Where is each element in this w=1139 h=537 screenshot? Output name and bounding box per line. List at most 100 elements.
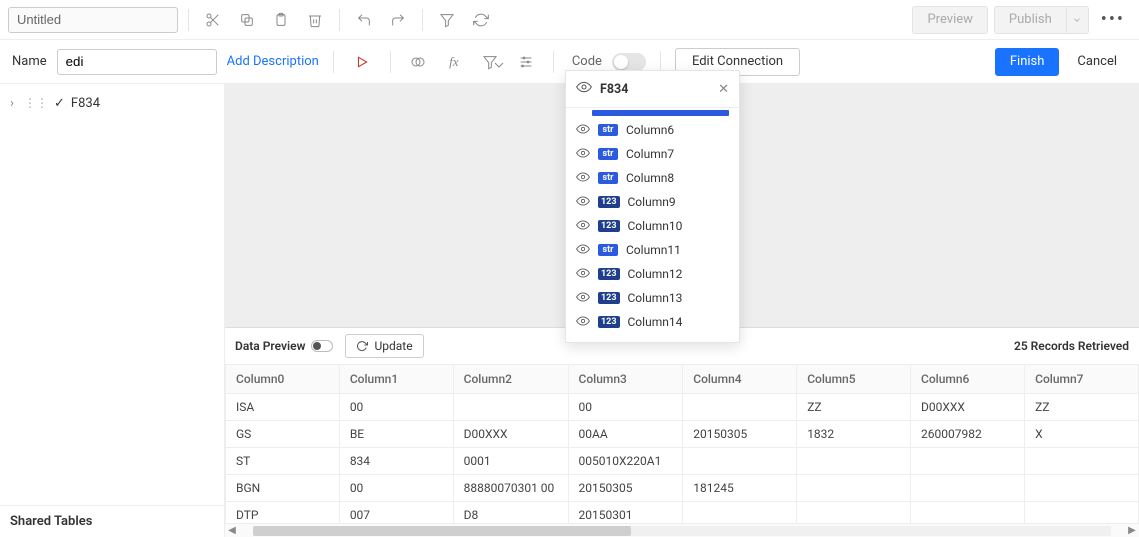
grid-wrap[interactable]: Column0Column1Column2Column3Column4Colum… xyxy=(225,365,1139,523)
column-header[interactable]: Column6 xyxy=(911,365,1025,393)
column-header[interactable]: Column2 xyxy=(453,365,568,393)
finish-button[interactable]: Finish xyxy=(995,48,1060,76)
table-row[interactable]: ISA0000ZZD00XXXZZ xyxy=(226,393,1139,420)
settings-sliders-icon[interactable] xyxy=(513,49,539,75)
cancel-button[interactable]: Cancel xyxy=(1067,48,1127,76)
refresh-icon[interactable] xyxy=(467,6,495,34)
code-label: Code xyxy=(572,54,602,69)
eye-icon[interactable] xyxy=(576,266,590,283)
divider xyxy=(188,9,189,31)
table-cell xyxy=(1025,447,1139,474)
popup-column-row[interactable]: strColumn11 xyxy=(566,238,739,262)
tree: › ⋮⋮ ✓ F834 xyxy=(0,84,224,505)
table-row[interactable]: ST8340001005010X220A1 xyxy=(226,447,1139,474)
code-toggle[interactable] xyxy=(612,53,646,71)
popup-column-row[interactable]: strColumn8 xyxy=(566,166,739,190)
publish-button[interactable]: Publish xyxy=(994,6,1067,34)
popup-column-label: Column7 xyxy=(626,147,674,161)
fx-icon[interactable]: fx xyxy=(441,49,467,75)
column-header[interactable]: Column5 xyxy=(797,365,911,393)
close-icon[interactable]: ✕ xyxy=(718,82,729,97)
column-header[interactable]: Column4 xyxy=(683,365,797,393)
filter-tool-icon[interactable] xyxy=(477,49,503,75)
divider xyxy=(422,9,423,31)
update-button[interactable]: Update xyxy=(345,334,423,358)
type-number-chip: 123 xyxy=(598,316,620,328)
popup-column-row[interactable]: strColumn7 xyxy=(566,142,739,166)
scroll-track[interactable] xyxy=(253,526,1111,536)
table-row[interactable]: BGN0088880070301 0020150305181245 xyxy=(226,474,1139,501)
column-header[interactable]: Column1 xyxy=(339,365,453,393)
preview-button[interactable]: Preview xyxy=(912,6,987,34)
popup-column-row[interactable]: 123Column13 xyxy=(566,286,739,310)
table-cell: ST xyxy=(226,447,340,474)
undo-icon[interactable] xyxy=(350,6,378,34)
shared-tables-header[interactable]: Shared Tables xyxy=(0,505,224,537)
tree-item-f834[interactable]: › ⋮⋮ ✓ F834 xyxy=(6,92,218,114)
eye-icon[interactable] xyxy=(576,290,590,307)
redo-icon[interactable] xyxy=(384,6,412,34)
table-cell: 20150305 xyxy=(683,420,797,447)
eye-icon[interactable] xyxy=(576,218,590,235)
table-cell: BGN xyxy=(226,474,340,501)
popup-column-label: Column6 xyxy=(626,123,674,137)
horizontal-scrollbar[interactable]: ◀ ▶ xyxy=(225,523,1139,537)
check-icon: ✓ xyxy=(54,96,65,111)
scroll-right-arrow[interactable]: ▶ xyxy=(1125,525,1139,536)
eye-icon[interactable] xyxy=(576,79,592,99)
table-cell xyxy=(683,501,797,523)
column-header[interactable]: Column0 xyxy=(226,365,340,393)
popup-column-row[interactable]: 123Column9 xyxy=(566,190,739,214)
eye-icon[interactable] xyxy=(576,314,590,331)
popup-column-row[interactable]: strColumn6 xyxy=(566,118,739,142)
more-menu-icon[interactable]: ••• xyxy=(1095,9,1131,30)
right-actions: Finish Cancel xyxy=(995,48,1127,76)
table-cell xyxy=(797,474,911,501)
popup-column-row[interactable]: 123Column14 xyxy=(566,310,739,334)
table-cell: 0001 xyxy=(453,447,568,474)
drag-handle-icon[interactable]: ⋮⋮ xyxy=(24,97,48,109)
eye-icon[interactable] xyxy=(576,146,590,163)
partial-row-indicator xyxy=(592,110,729,116)
name-input[interactable] xyxy=(57,49,217,75)
table-cell: D00XXX xyxy=(453,420,568,447)
table-cell: 1832 xyxy=(797,420,911,447)
preview-title: Data Preview xyxy=(235,339,333,353)
delete-icon[interactable] xyxy=(301,6,329,34)
cut-icon[interactable] xyxy=(199,6,227,34)
topbar: Preview Publish ••• xyxy=(0,0,1139,40)
table-row[interactable]: DTP007D820150301 xyxy=(226,501,1139,523)
table-cell: DTP xyxy=(226,501,340,523)
publish-group: Publish xyxy=(994,6,1089,34)
scroll-left-arrow[interactable]: ◀ xyxy=(225,525,239,536)
table-cell: ISA xyxy=(226,393,340,420)
table-cell: 88880070301 00 xyxy=(453,474,568,501)
popup-column-row[interactable]: 123Column10 xyxy=(566,214,739,238)
table-cell: 00 xyxy=(568,393,683,420)
table-cell xyxy=(911,474,1025,501)
chevron-right-icon: › xyxy=(6,96,18,111)
table-cell: 20150301 xyxy=(568,501,683,523)
table-row[interactable]: GSBED00XXX00AA201503051832260007982X xyxy=(226,420,1139,447)
eye-icon[interactable] xyxy=(576,170,590,187)
paste-icon[interactable] xyxy=(267,6,295,34)
eye-icon[interactable] xyxy=(576,242,590,259)
eye-icon[interactable] xyxy=(576,194,590,211)
title-input[interactable] xyxy=(8,7,178,33)
add-description-link[interactable]: Add Description xyxy=(227,54,319,69)
table-cell: D8 xyxy=(453,501,568,523)
run-button[interactable] xyxy=(348,48,376,76)
eye-icon[interactable] xyxy=(576,122,590,139)
columns-popup: F834 ✕ strColumn6strColumn7strColumn8123… xyxy=(565,70,740,343)
publish-dropdown[interactable] xyxy=(1067,6,1089,34)
venn-icon[interactable] xyxy=(405,49,431,75)
preview-toggle[interactable] xyxy=(311,340,333,352)
column-header[interactable]: Column7 xyxy=(1025,365,1139,393)
copy-icon[interactable] xyxy=(233,6,261,34)
column-header[interactable]: Column3 xyxy=(568,365,683,393)
popup-column-label: Column8 xyxy=(626,171,674,185)
filter-icon[interactable] xyxy=(433,6,461,34)
table-cell: 005010X220A1 xyxy=(568,447,683,474)
popup-column-row[interactable]: 123Column12 xyxy=(566,262,739,286)
scroll-thumb[interactable] xyxy=(253,526,631,536)
